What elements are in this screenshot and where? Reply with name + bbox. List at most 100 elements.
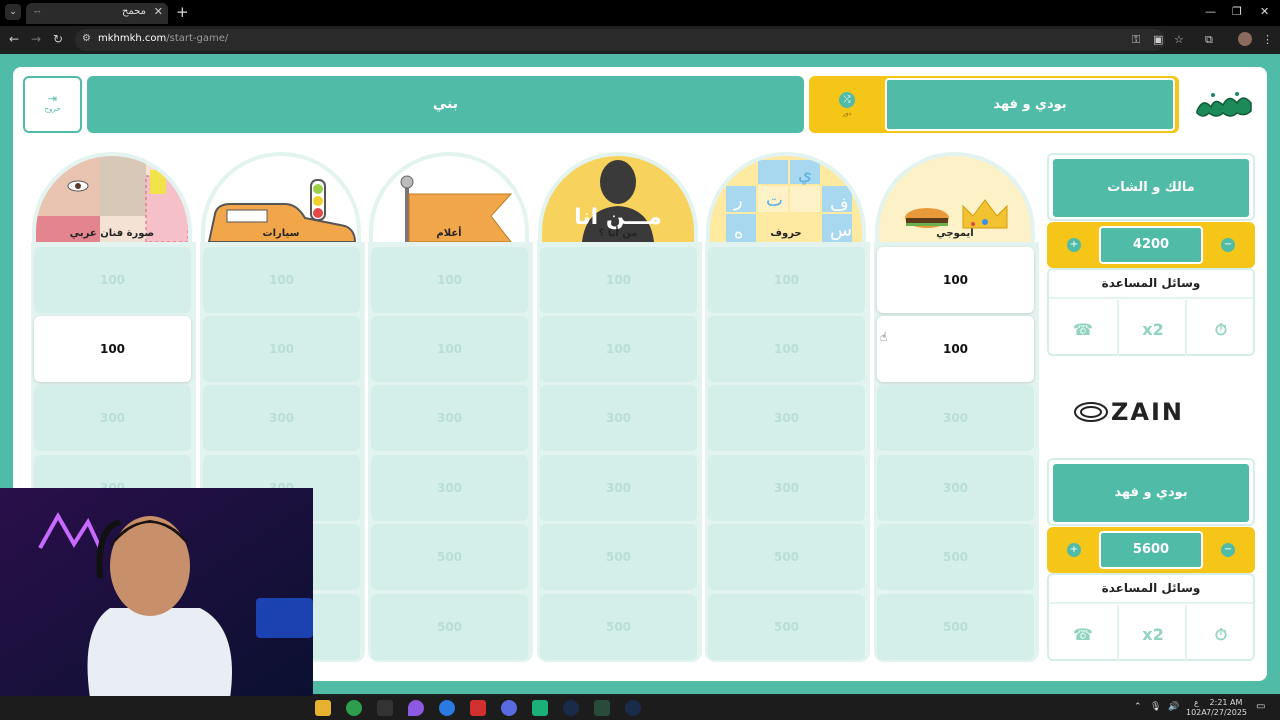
category-letters[interactable]: ي ت ر س ف ه حروف bbox=[706, 152, 866, 242]
question-cell[interactable]: 500 bbox=[540, 594, 697, 660]
category-arab-artist[interactable]: صورة فنان عربي bbox=[32, 152, 192, 242]
team-score: 4200 bbox=[1099, 226, 1203, 264]
tab-title: محمح bbox=[121, 6, 146, 17]
question-cell[interactable]: 500 bbox=[708, 524, 865, 590]
category-cars[interactable]: سيارات bbox=[201, 152, 361, 242]
mic-icon[interactable]: 🎙 bbox=[1150, 702, 1161, 712]
help-title: وسائل المساعدة bbox=[1101, 581, 1201, 595]
browser-tab[interactable]: -- محمح ✕ bbox=[26, 3, 168, 24]
call-friend-icon[interactable]: ☎ bbox=[1049, 310, 1117, 350]
question-cell[interactable]: 100 bbox=[371, 247, 528, 313]
question-cell[interactable]: 500 bbox=[540, 524, 697, 590]
question-cell[interactable]: 100 bbox=[708, 247, 865, 313]
score-plus-button[interactable]: + bbox=[1067, 238, 1081, 252]
install-app-icon[interactable]: ▣ bbox=[1153, 33, 1163, 46]
restore-button[interactable]: ❐ bbox=[1232, 5, 1242, 18]
svg-text:ر: ر bbox=[733, 190, 743, 211]
question-cell[interactable]: 100 bbox=[34, 247, 191, 313]
category-who-am-i[interactable]: مـــن انا من أنا ؟ bbox=[538, 152, 698, 242]
tray-chevron-icon[interactable]: ⌃ bbox=[1134, 702, 1142, 712]
tab-favicon: -- bbox=[34, 7, 41, 17]
question-cell[interactable]: 100 bbox=[203, 247, 360, 313]
score-plus-button[interactable]: + bbox=[1067, 543, 1081, 557]
question-cell[interactable]: 100 bbox=[371, 316, 528, 382]
question-cell[interactable]: 100 bbox=[877, 247, 1034, 313]
browser-navbar: ← → ↻ ⚙ mkhmkh.com/start-game/ ⚿ ▣ ☆ ⧉ ⋮ bbox=[0, 26, 1280, 54]
minimize-button[interactable]: — bbox=[1205, 5, 1216, 18]
double-points-icon[interactable]: x2 bbox=[1119, 310, 1187, 350]
question-cell[interactable]: 100 bbox=[877, 316, 1034, 382]
forward-icon[interactable]: → bbox=[31, 32, 41, 46]
site-info-icon[interactable]: ⚙ bbox=[82, 33, 91, 44]
extensions-icon[interactable]: ⧉ bbox=[1205, 33, 1213, 47]
file-explorer-icon[interactable] bbox=[315, 700, 331, 716]
app-icon[interactable] bbox=[439, 700, 455, 716]
new-tab-button[interactable]: + bbox=[176, 3, 189, 21]
steam-icon[interactable] bbox=[625, 700, 641, 716]
question-cell[interactable]: 300 bbox=[203, 385, 360, 451]
question-cell[interactable]: 500 bbox=[371, 524, 528, 590]
reload-icon[interactable]: ↻ bbox=[53, 32, 63, 46]
question-cell[interactable]: 100 bbox=[540, 316, 697, 382]
address-bar[interactable]: ⚙ mkhmkh.com/start-game/ ⚿ ▣ ☆ bbox=[75, 29, 1184, 51]
chrome-icon[interactable] bbox=[346, 700, 362, 716]
question-cell[interactable]: 300 bbox=[540, 455, 697, 521]
notification-icon[interactable]: ▭ bbox=[1256, 702, 1265, 712]
current-turn-team: بودي و فهد bbox=[885, 78, 1175, 131]
turn-indicator: ⤮ دور بودي و فهد bbox=[809, 76, 1179, 133]
question-cell[interactable]: 100 bbox=[708, 316, 865, 382]
question-cell[interactable]: 100 bbox=[34, 316, 191, 382]
double-points-icon[interactable]: x2 bbox=[1119, 615, 1187, 655]
question-cell[interactable]: 500 bbox=[708, 594, 865, 660]
menu-kebab-icon[interactable]: ⋮ bbox=[1262, 33, 1273, 46]
svg-text:ي: ي bbox=[798, 164, 812, 185]
question-cell[interactable]: 300 bbox=[371, 455, 528, 521]
score-minus-button[interactable]: − bbox=[1221, 238, 1235, 252]
call-friend-icon[interactable]: ☎ bbox=[1049, 615, 1117, 655]
tab-search-button[interactable]: ⌄ bbox=[5, 4, 21, 20]
streamer-webcam-image bbox=[0, 488, 313, 698]
app-icon[interactable] bbox=[470, 700, 486, 716]
steam-icon[interactable] bbox=[563, 700, 579, 716]
app-icon[interactable] bbox=[594, 700, 610, 716]
question-cell[interactable]: 500 bbox=[371, 594, 528, 660]
svg-text:ت: ت bbox=[766, 190, 783, 211]
question-cell[interactable]: 300 bbox=[34, 385, 191, 451]
question-cell[interactable]: 100 bbox=[540, 247, 697, 313]
question-cell[interactable]: 300 bbox=[877, 455, 1034, 521]
profile-avatar[interactable] bbox=[1238, 32, 1252, 46]
app-icon[interactable] bbox=[532, 700, 548, 716]
score-minus-button[interactable]: − bbox=[1221, 543, 1235, 557]
discord-icon[interactable] bbox=[501, 700, 517, 716]
exit-button[interactable]: ⇥ خروج bbox=[23, 76, 82, 133]
question-cell[interactable]: 500 bbox=[877, 524, 1034, 590]
app-icon[interactable] bbox=[408, 700, 424, 716]
close-window-button[interactable]: ✕ bbox=[1260, 5, 1269, 18]
url-text: mkhmkh.com/start-game/ bbox=[98, 33, 229, 44]
question-cell[interactable]: 100 bbox=[203, 316, 360, 382]
back-icon[interactable]: ← bbox=[9, 32, 19, 46]
switch-turn-icon[interactable]: ⤮ bbox=[839, 92, 855, 108]
category-emoji[interactable]: ايموجي bbox=[875, 152, 1035, 242]
volume-icon[interactable]: 🔊 bbox=[1168, 702, 1179, 712]
team-name: بودي و فهد bbox=[1053, 464, 1249, 522]
question-cell[interactable]: 300 bbox=[540, 385, 697, 451]
input-language[interactable]: ع 102A bbox=[1186, 698, 1207, 718]
help-tools-panel: وسائل المساعدة ⏱ x2 ☎ bbox=[1047, 573, 1255, 661]
team-bar-left: بني bbox=[87, 76, 804, 133]
app-icon[interactable] bbox=[377, 700, 393, 716]
question-cell[interactable]: 300 bbox=[708, 455, 865, 521]
tab-close-icon[interactable]: ✕ bbox=[154, 5, 163, 18]
mkhmkh-logo[interactable] bbox=[1193, 85, 1259, 125]
clock[interactable]: 2:21 AM 7/27/2025 bbox=[1206, 698, 1247, 718]
question-cell[interactable]: 300 bbox=[708, 385, 865, 451]
bookmark-star-icon[interactable]: ☆ bbox=[1174, 33, 1184, 46]
category-flags[interactable]: أعلام bbox=[369, 152, 529, 242]
question-cell[interactable]: 500 bbox=[877, 594, 1034, 660]
question-cell[interactable]: 300 bbox=[371, 385, 528, 451]
question-cell[interactable]: 300 bbox=[877, 385, 1034, 451]
password-key-icon[interactable]: ⚿ bbox=[1132, 33, 1140, 47]
team-card: مالك و الشات bbox=[1047, 153, 1255, 221]
timer-icon[interactable]: ⏱ bbox=[1187, 310, 1255, 350]
timer-icon[interactable]: ⏱ bbox=[1187, 615, 1255, 655]
